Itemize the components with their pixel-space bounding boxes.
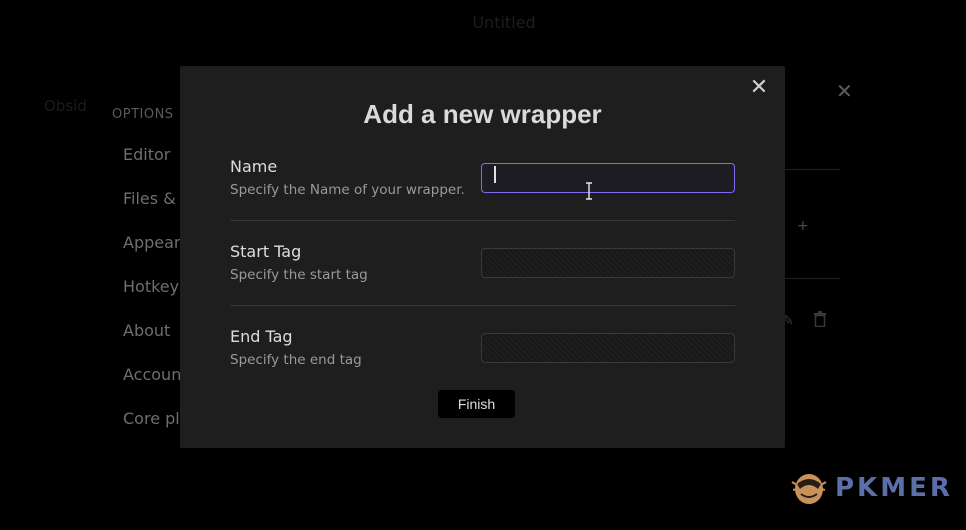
nav-item-account[interactable]: Accoun (123, 365, 181, 384)
setting-label: End Tag (230, 327, 293, 346)
setting-description: Specify the end tag (230, 352, 362, 368)
nav-item-about[interactable]: About (123, 321, 170, 340)
setting-description: Specify the Name of your wrapper. (230, 182, 465, 198)
setting-start-tag: Start Tag Specify the start tag (230, 242, 735, 327)
name-input[interactable] (481, 163, 735, 193)
finish-button[interactable]: Finish (438, 390, 515, 418)
nav-item-files-links[interactable]: Files & l (123, 189, 185, 208)
settings-close-icon[interactable]: ✕ (836, 79, 853, 103)
text-cursor-icon (586, 182, 592, 200)
add-icon[interactable]: + (797, 218, 809, 234)
text-caret (494, 166, 496, 183)
end-tag-input[interactable] (481, 333, 735, 363)
divider (230, 220, 735, 221)
nav-item-hotkeys[interactable]: Hotkeys (123, 277, 187, 296)
options-header: OPTIONS (112, 107, 174, 122)
setting-label: Start Tag (230, 242, 302, 261)
close-icon[interactable]: ✕ (749, 77, 769, 99)
setting-description: Specify the start tag (230, 267, 368, 283)
add-wrapper-modal: ✕ Add a new wrapper Name Specify the Nam… (180, 66, 785, 448)
divider (780, 169, 840, 170)
watermark-text: PKMER (835, 473, 953, 503)
nav-item-editor[interactable]: Editor (123, 145, 170, 164)
nav-item-core-plugins[interactable]: Core pl (123, 409, 180, 428)
window-title: Untitled (472, 13, 536, 32)
modal-title: Add a new wrapper (363, 99, 602, 129)
trash-icon[interactable] (813, 311, 827, 327)
setting-name: Name Specify the Name of your wrapper. (230, 157, 735, 242)
start-tag-input[interactable] (481, 248, 735, 278)
pkmer-watermark: PKMER (790, 470, 960, 508)
divider (780, 278, 840, 279)
divider (230, 305, 735, 306)
setting-label: Name (230, 157, 278, 176)
app-name: Obsid (44, 97, 87, 115)
pkmer-logo-icon (791, 474, 827, 504)
